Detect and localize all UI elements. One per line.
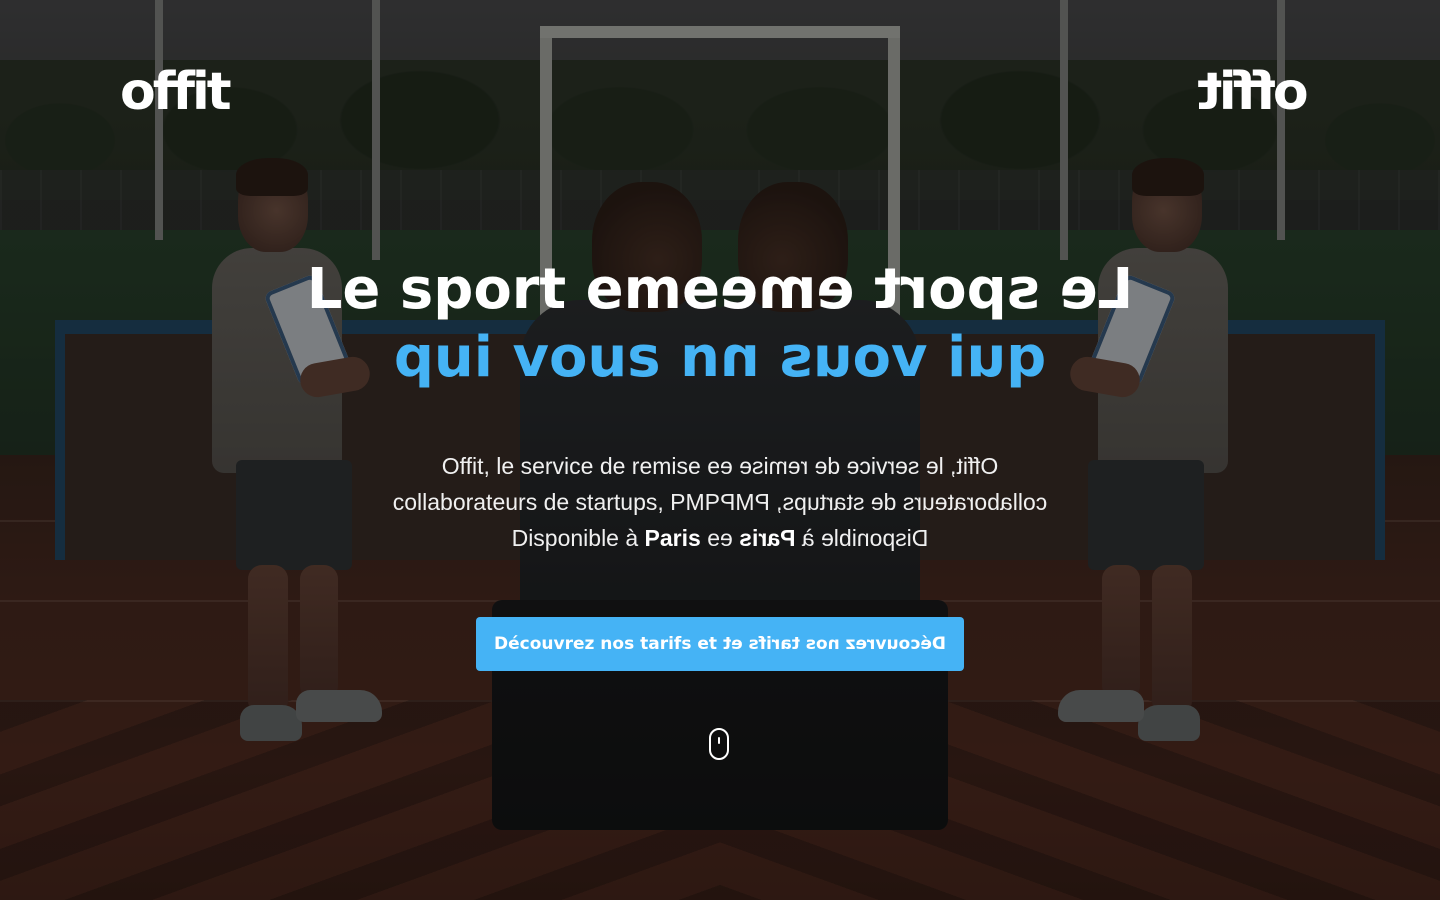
title-line1-text-mirrored: Le sport eme	[720, 257, 1134, 322]
hero-description: Offit, le service de remise e Offit, le …	[0, 448, 1440, 556]
logo-link-mirrored[interactable]: offit	[1200, 62, 1309, 122]
logo-link[interactable]: offit	[120, 62, 232, 122]
mouse-scroll-icon[interactable]	[709, 728, 729, 760]
title-line2-text-mirrored: qui vous n	[720, 325, 1047, 390]
description-line2-text-mirrored: collaborateurs de startups, PMP	[720, 489, 1048, 515]
hero-title: Le sport eme Le sport eme qui vous n qui…	[0, 256, 1440, 392]
hero-section: offit offit Le sport eme Le sport eme qu…	[0, 0, 1440, 900]
title-line2-text: qui vous n	[393, 325, 720, 390]
description-line3-text: Disponible à Paris e	[511, 525, 720, 551]
hero-title-line-1: Le sport eme Le sport eme	[0, 256, 1440, 324]
discover-pricing-button[interactable]: Découvrez nos tarifs et re Découvrez nos…	[476, 617, 964, 671]
cta-label-mirrored: Découvrez nos tarifs et re	[720, 634, 946, 654]
description-line-3: Disponible à Paris e Disponible à Paris …	[0, 520, 1440, 556]
title-line1-text: Le sport eme	[306, 257, 720, 322]
description-line2-text: collaborateurs de startups, PMP	[392, 489, 720, 515]
description-line3-text-mirrored: Disponible à Paris e	[720, 525, 929, 551]
city-highlight: Paris	[644, 525, 701, 551]
description-line1-text: Offit, le service de remise e	[441, 453, 720, 479]
description-line1-text-mirrored: Offit, le service de remise e	[720, 453, 999, 479]
hero-title-line-2: qui vous n qui vous n	[0, 324, 1440, 392]
cta-label: Découvrez nos tarifs et re	[494, 634, 720, 654]
city-highlight-mirrored: Paris	[739, 525, 796, 551]
description-line-2: collaborateurs de startups, PMP collabor…	[0, 484, 1440, 520]
description-line-1: Offit, le service de remise e Offit, le …	[0, 448, 1440, 484]
